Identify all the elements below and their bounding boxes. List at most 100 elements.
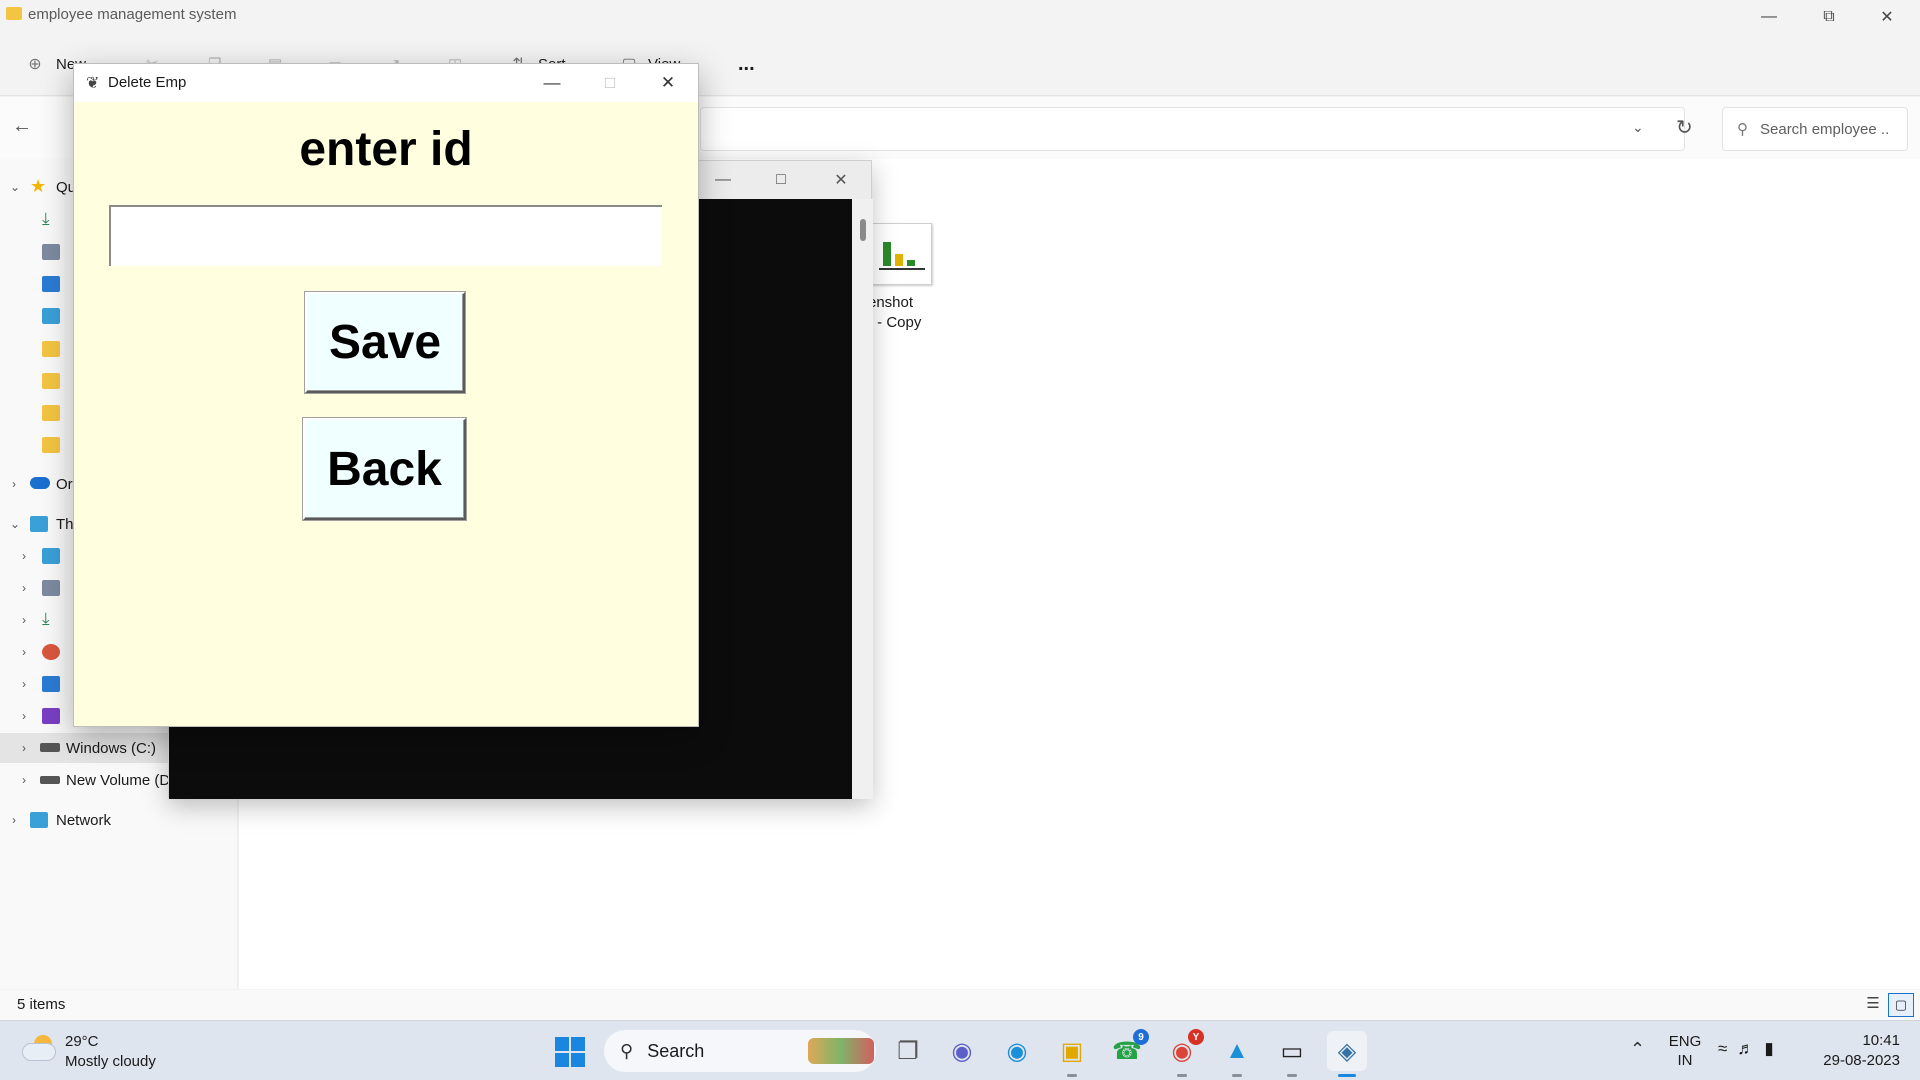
wifi-icon[interactable]: ≈ bbox=[1718, 1039, 1727, 1059]
nav-label: Th bbox=[56, 515, 74, 533]
plus-circle-icon: ⊕ bbox=[28, 56, 42, 73]
windows-start-icon[interactable] bbox=[555, 1037, 585, 1067]
system-tray[interactable]: ≈ ♬ ▮ bbox=[1718, 1039, 1774, 1059]
folder-icon bbox=[42, 405, 60, 421]
taskbar: 29°C Mostly cloudy ⚲ Search ❐ ◉ ◉ ▣ ☎ 9 … bbox=[0, 1020, 1920, 1080]
download-icon: ⤓ bbox=[42, 609, 50, 628]
folder-icon bbox=[42, 341, 60, 357]
maximize-icon[interactable]: □ bbox=[761, 165, 801, 195]
file-name-line: enshot bbox=[868, 294, 914, 311]
pictures-icon bbox=[42, 276, 60, 292]
chevron-right-icon: › bbox=[22, 773, 26, 787]
language-indicator[interactable]: ENG IN bbox=[1668, 1032, 1702, 1070]
search-box[interactable]: ⚲ bbox=[1722, 107, 1908, 151]
videos-icon bbox=[42, 708, 60, 724]
network-icon bbox=[30, 812, 48, 828]
back-button[interactable]: Back bbox=[303, 418, 466, 520]
search-icon: ⚲ bbox=[620, 1040, 634, 1061]
edge-icon[interactable]: ◉ bbox=[997, 1031, 1037, 1071]
desktop-icon bbox=[42, 548, 60, 564]
file-name[interactable]: enshot ) - Copy bbox=[868, 293, 948, 333]
folder-icon bbox=[42, 373, 60, 389]
dialog-title: Delete Emp bbox=[108, 74, 187, 91]
clock-date[interactable]: 29-08-2023 bbox=[1800, 1052, 1900, 1069]
nav-network[interactable]: › Network bbox=[0, 805, 238, 835]
scrollbar[interactable] bbox=[852, 199, 873, 799]
chevron-right-icon: › bbox=[22, 741, 26, 755]
weather-icon[interactable] bbox=[22, 1035, 56, 1061]
chevron-right-icon: › bbox=[22, 645, 26, 659]
chevron-down-icon[interactable]: ⌄ bbox=[1632, 119, 1644, 136]
minimize-icon[interactable]: — bbox=[703, 165, 743, 195]
chevron-down-icon: ⌄ bbox=[10, 517, 21, 531]
explorer-titlebar: employee management system — ⧉ ✕ bbox=[0, 0, 1920, 32]
minimize-button[interactable]: — bbox=[1740, 0, 1798, 34]
scrollbar-thumb[interactable] bbox=[860, 219, 866, 241]
chevron-right-icon: › bbox=[22, 677, 26, 691]
document-icon bbox=[42, 244, 60, 260]
notification-badge: 9 bbox=[1133, 1029, 1149, 1045]
python-icon[interactable]: ◈ bbox=[1327, 1031, 1367, 1077]
desktop-icon bbox=[42, 308, 60, 324]
document-icon bbox=[42, 580, 60, 596]
pictures-icon bbox=[42, 676, 60, 692]
chevron-down-icon: ⌄ bbox=[10, 180, 21, 194]
chevron-right-icon: › bbox=[22, 549, 26, 563]
chevron-right-icon: › bbox=[12, 813, 16, 827]
close-icon[interactable]: ✕ bbox=[821, 165, 861, 195]
terminal-icon[interactable]: ▭ bbox=[1272, 1031, 1312, 1077]
file-thumbnail[interactable] bbox=[870, 223, 932, 285]
nav-label: Network bbox=[56, 811, 112, 829]
dialog-titlebar: ❦ Delete Emp — □ ✕ bbox=[74, 64, 698, 102]
search-icon: ⚲ bbox=[1737, 121, 1748, 138]
computer-icon bbox=[30, 516, 48, 532]
language-code: ENG bbox=[1668, 1033, 1702, 1050]
refresh-icon[interactable]: ↻ bbox=[1676, 115, 1693, 140]
file-explorer-icon[interactable]: ▣ bbox=[1052, 1031, 1092, 1077]
download-icon: ⤓ bbox=[42, 209, 50, 228]
close-button[interactable]: ✕ bbox=[1858, 0, 1916, 34]
more-options-button[interactable]: ... bbox=[738, 50, 755, 78]
star-icon: ★ bbox=[30, 176, 47, 196]
volume-icon[interactable]: ♬ bbox=[1737, 1039, 1754, 1059]
chevron-right-icon: › bbox=[22, 581, 26, 595]
battery-icon[interactable]: ▮ bbox=[1764, 1039, 1773, 1059]
chrome-icon[interactable]: ◉ Y bbox=[1162, 1029, 1204, 1077]
minimize-icon[interactable]: — bbox=[530, 66, 574, 100]
chevron-up-icon[interactable]: ⌃ bbox=[1630, 1039, 1645, 1060]
nav-label: Or bbox=[56, 475, 73, 493]
teams-chat-icon[interactable]: ◉ bbox=[942, 1031, 982, 1071]
cloud-icon bbox=[30, 477, 50, 489]
weather-temperature[interactable]: 29°C bbox=[65, 1033, 99, 1050]
drive-icon bbox=[40, 743, 60, 752]
save-button[interactable]: Save bbox=[305, 292, 465, 393]
item-count: 5 items bbox=[17, 996, 66, 1013]
search-highlight-image bbox=[808, 1038, 874, 1064]
restore-button[interactable]: ⧉ bbox=[1800, 0, 1858, 34]
details-view-icon[interactable]: ☰ bbox=[1862, 994, 1884, 1016]
file-name-line: ) - Copy bbox=[868, 314, 922, 331]
status-bar: 5 items ☰ ▢ bbox=[0, 990, 1920, 1020]
maximize-icon[interactable]: □ bbox=[588, 66, 632, 100]
clock-time[interactable]: 10:41 bbox=[1820, 1032, 1900, 1049]
folder-icon bbox=[6, 7, 22, 20]
close-icon[interactable]: ✕ bbox=[646, 66, 690, 100]
feather-icon: ❦ bbox=[86, 75, 100, 92]
music-icon bbox=[42, 644, 60, 660]
window-title: employee management system bbox=[28, 6, 237, 23]
back-arrow-icon[interactable]: ← bbox=[12, 115, 32, 138]
tiles-view-icon[interactable]: ▢ bbox=[1888, 993, 1914, 1017]
delete-emp-dialog: ❦ Delete Emp — □ ✕ enter id Save Back bbox=[73, 63, 699, 727]
whatsapp-icon[interactable]: ☎ 9 bbox=[1107, 1029, 1149, 1071]
task-view-icon[interactable]: ❐ bbox=[888, 1031, 928, 1071]
chevron-right-icon: › bbox=[12, 477, 16, 491]
photos-icon[interactable]: ▲ bbox=[1217, 1031, 1257, 1077]
drive-icon bbox=[40, 776, 60, 784]
search-input[interactable] bbox=[1760, 120, 1890, 138]
address-bar[interactable] bbox=[700, 107, 1685, 151]
profile-badge: Y bbox=[1188, 1029, 1204, 1045]
weather-description[interactable]: Mostly cloudy bbox=[65, 1053, 156, 1070]
employee-id-input[interactable] bbox=[109, 205, 662, 266]
nav-label: New Volume (D bbox=[66, 771, 171, 789]
dialog-heading: enter id bbox=[299, 123, 473, 176]
